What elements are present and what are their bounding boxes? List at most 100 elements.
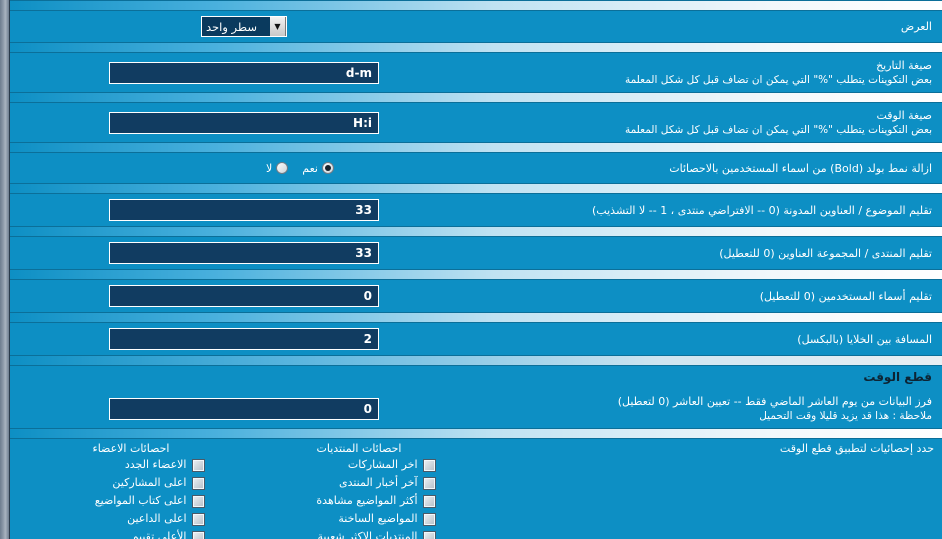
field-bold-removal: نعم لا — [17, 162, 471, 175]
display-select[interactable]: ▼ سطر واحد — [201, 16, 287, 37]
row-date-format: صيغة التاريخ بعض التكوينات يتطلب "%" الت… — [9, 53, 942, 92]
field-date-format — [17, 61, 471, 84]
vertical-scrollbar[interactable] — [0, 0, 10, 539]
radio-yes-icon[interactable] — [322, 162, 334, 174]
divider-6 — [9, 269, 942, 280]
divider-9 — [9, 428, 942, 439]
label-date-format: صيغة التاريخ بعض التكوينات يتطلب "%" الت… — [471, 58, 934, 87]
bold-removal-radio-group: نعم لا — [109, 162, 379, 175]
label-cell-spacing: المسافة بين الخلايا (بالبكسل) — [797, 332, 932, 346]
divider-7 — [9, 312, 942, 323]
label-bold-removal: ازالة نمط بولد (Bold) من اسماء المستخدمي… — [669, 161, 932, 175]
row-username-trim: تقليم أسماء المستخدمين (0 للتعطيل) — [9, 280, 942, 312]
label-forum-trim: تقليم المنتدى / المجموعة العناوين (0 للت… — [719, 246, 932, 260]
label-time-format-title: صيغة الوقت — [876, 109, 932, 122]
forum-stat-label: المنتديات الاكثر شعبية — [317, 530, 418, 539]
member-stat-item[interactable]: الأعلى تقييم — [62, 529, 205, 539]
label-date-format-title: صيغة التاريخ — [876, 59, 932, 72]
divider-4 — [9, 183, 942, 194]
checkbox-icon[interactable] — [191, 494, 205, 508]
stats-selector-body: اخر المشاركات آخر أخبار المنتدى أكثر الموا… — [9, 457, 942, 539]
section-header-timecut: قطع الوقت — [863, 370, 932, 384]
checkbox-icon[interactable] — [191, 530, 205, 539]
checkbox-icon[interactable] — [191, 458, 205, 472]
forum-stat-label: آخر أخبار المنتدى — [338, 476, 418, 489]
settings-page: العرض ▼ سطر واحد صيغة التاريخ بعض التكوي… — [0, 0, 942, 539]
divider-8 — [9, 355, 942, 366]
chevron-down-icon[interactable]: ▼ — [270, 17, 286, 36]
forum-stat-item[interactable]: آخر أخبار المنتدى — [293, 475, 436, 491]
member-stat-item[interactable]: الاعضاء الجدد — [62, 457, 205, 473]
radio-option-no[interactable]: لا — [266, 162, 289, 175]
forum-stat-label: المواضيع الساخنة — [338, 512, 418, 525]
forum-trim-input[interactable] — [109, 242, 379, 264]
checkbox-icon[interactable] — [422, 530, 436, 539]
checkbox-icon[interactable] — [191, 512, 205, 526]
label-date-format-hint: بعض التكوينات يتطلب "%" التي يمكن ان تضا… — [624, 74, 932, 86]
checkbox-icon[interactable] — [422, 476, 436, 490]
row-timecut: فرز البيانات من يوم العاشر الماضي فقط --… — [9, 389, 942, 428]
cell-spacing-input[interactable] — [109, 328, 379, 350]
member-stat-item[interactable]: اعلى كتاب المواضيع — [62, 493, 205, 509]
forum-stats-header: احصائات المنتديات — [316, 442, 402, 455]
row-forum-trim: تقليم المنتدى / المجموعة العناوين (0 للت… — [9, 237, 942, 269]
time-format-input[interactable] — [109, 111, 379, 134]
label-time-format: صيغة الوقت بعض التكوينات يتطلب "%" التي … — [471, 108, 934, 137]
divider-2 — [9, 92, 942, 103]
member-stat-item[interactable]: اعلى المشاركين — [62, 475, 205, 491]
radio-yes-label: نعم — [302, 161, 318, 175]
forum-stat-item[interactable]: اخر المشاركات — [293, 457, 436, 473]
thread-trim-input[interactable] — [109, 199, 379, 221]
label-time-format-hint: بعض التكوينات يتطلب "%" التي يمكن ان تضا… — [624, 124, 932, 136]
field-timecut — [17, 397, 471, 420]
display-select-value: سطر واحد — [202, 17, 270, 36]
divider-1 — [9, 42, 942, 53]
forum-stat-item[interactable]: المواضيع الساخنة — [293, 511, 436, 527]
label-timecut-title: فرز البيانات من يوم العاشر الماضي فقط --… — [617, 395, 932, 408]
timecut-input[interactable] — [109, 397, 379, 420]
forum-stat-label: اخر المشاركات — [347, 458, 418, 471]
field-forum-trim — [17, 242, 471, 264]
label-timecut-note: ملاحظة : هذا قد يزيد قليلا وقت التحميل — [759, 410, 932, 422]
member-stats-column: الاعضاء الجدد اعلى المشاركين اعلى كتاب الم… — [17, 457, 248, 539]
field-time-format — [17, 111, 471, 134]
checkbox-icon[interactable] — [422, 494, 436, 508]
divider-3 — [9, 142, 942, 153]
row-cell-spacing: المسافة بين الخلايا (بالبكسل) — [9, 323, 942, 355]
forum-stat-item[interactable]: المنتديات الاكثر شعبية — [293, 529, 436, 539]
row-time-format: صيغة الوقت بعض التكوينات يتطلب "%" التي … — [9, 103, 942, 142]
label-username-trim: تقليم أسماء المستخدمين (0 للتعطيل) — [759, 289, 932, 303]
forum-stats-column: اخر المشاركات آخر أخبار المنتدى أكثر الموا… — [248, 457, 479, 539]
stats-selector-title: حدد إحصائيات لتطبيق قطع الوقت — [779, 442, 934, 455]
member-stat-label: اعلى كتاب المواضيع — [94, 494, 187, 507]
stats-selector-spacer — [479, 457, 934, 539]
member-stat-label: الاعضاء الجدد — [124, 458, 187, 471]
checkbox-icon[interactable] — [191, 476, 205, 490]
forum-stat-label: أكثر المواضيع مشاهدة — [316, 494, 418, 507]
stats-selector-headers: حدد إحصائيات لتطبيق قطع الوقت احصائات ال… — [9, 439, 942, 457]
checkbox-icon[interactable] — [422, 512, 436, 526]
field-display: ▼ سطر واحد — [17, 16, 471, 37]
member-stat-item[interactable]: اعلى الداعين — [62, 511, 205, 527]
label-timecut: فرز البيانات من يوم العاشر الماضي فقط --… — [471, 394, 934, 423]
divider-5 — [9, 226, 942, 237]
member-stat-label: اعلى المشاركين — [112, 476, 187, 489]
date-format-input[interactable] — [109, 61, 379, 84]
field-username-trim — [17, 285, 471, 307]
field-cell-spacing — [17, 328, 471, 350]
label-display: العرض — [900, 20, 932, 33]
row-thread-trim: تقليم الموضوع / العناوين المدونة (0 -- ا… — [9, 194, 942, 226]
member-stats-header: احصائات الاعضاء — [92, 442, 170, 455]
forum-stat-item[interactable]: أكثر المواضيع مشاهدة — [293, 493, 436, 509]
username-trim-input[interactable] — [109, 285, 379, 307]
field-thread-trim — [17, 199, 471, 221]
row-display: العرض ▼ سطر واحد — [9, 11, 942, 42]
settings-content: العرض ▼ سطر واحد صيغة التاريخ بعض التكوي… — [9, 0, 942, 539]
row-bold-removal: ازالة نمط بولد (Bold) من اسماء المستخدمي… — [9, 153, 942, 183]
checkbox-icon[interactable] — [422, 458, 436, 472]
divider-top — [9, 0, 942, 11]
radio-option-yes[interactable]: نعم — [302, 162, 334, 175]
label-thread-trim: تقليم الموضوع / العناوين المدونة (0 -- ا… — [592, 203, 932, 217]
radio-no-icon[interactable] — [276, 162, 289, 174]
member-stat-label: اعلى الداعين — [127, 512, 187, 525]
